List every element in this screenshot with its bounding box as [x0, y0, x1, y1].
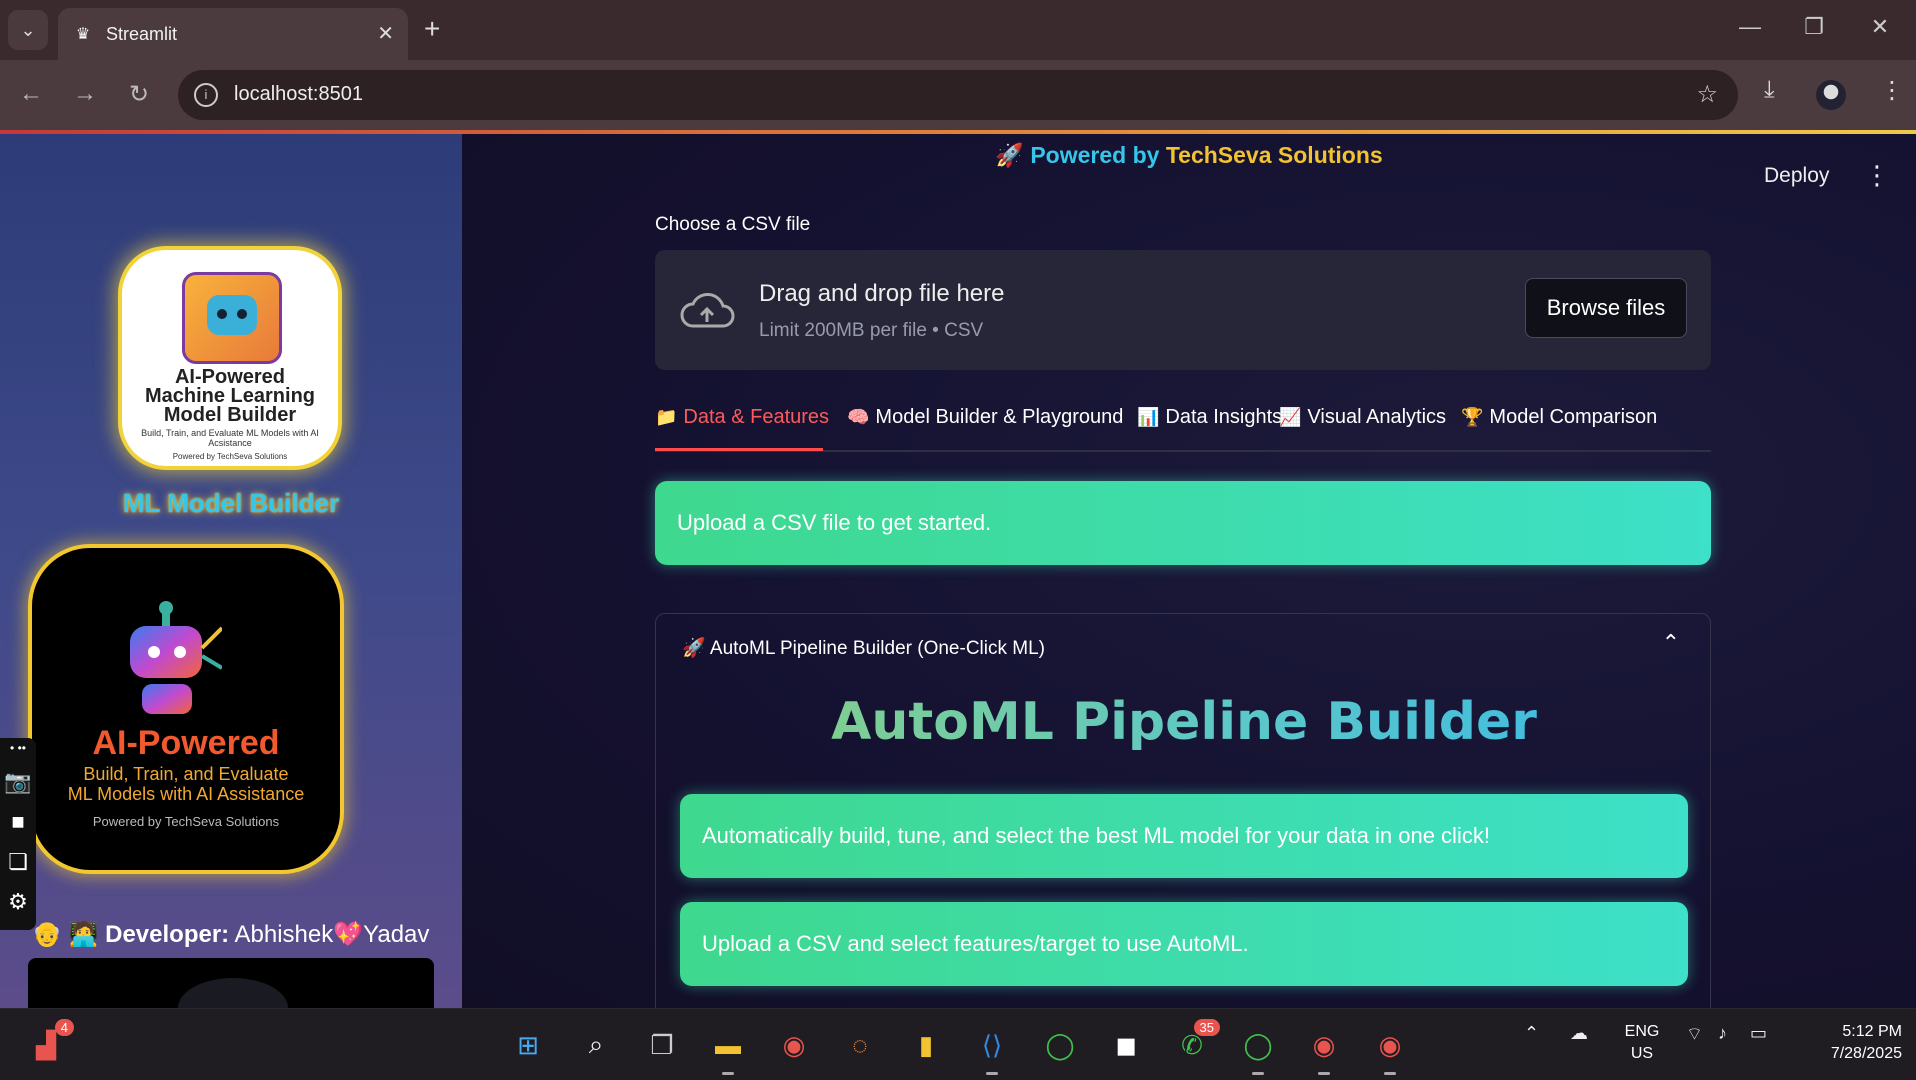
- developer-emoji-icons: 👴 🧑‍💻: [32, 921, 99, 948]
- cloud-upload-icon: [680, 293, 735, 328]
- loading-ring-icon[interactable]: ◯: [1040, 1025, 1080, 1065]
- ai-robot-icon: [130, 601, 222, 714]
- browser-tab-streamlit[interactable]: ♛ Streamlit ✕: [58, 8, 408, 60]
- minimize-icon[interactable]: —: [1730, 14, 1770, 40]
- browser-tab-bar: ⌄ ♛ Streamlit ✕ + — ❐ ✕: [0, 0, 1916, 60]
- tray-chevron-up-icon[interactable]: ⌃: [1524, 1023, 1539, 1044]
- battery-icon[interactable]: ▭: [1750, 1023, 1767, 1044]
- app-menu-icon[interactable]: ⋮: [1864, 160, 1890, 191]
- tab-visual-analytics[interactable]: 📈 Visual Analytics: [1279, 406, 1446, 429]
- cube-app-icon[interactable]: ◼: [1106, 1025, 1146, 1065]
- chrome-profile-2-icon[interactable]: ◉: [1370, 1025, 1410, 1075]
- windows-start-icon[interactable]: ⊞: [508, 1025, 548, 1065]
- logo-powered: Powered by TechSeva Solutions: [172, 452, 288, 461]
- url-text[interactable]: localhost:8501: [234, 83, 363, 106]
- restore-icon[interactable]: ❐: [1794, 14, 1834, 40]
- file-uploader-label: Choose a CSV file: [655, 214, 811, 235]
- capture-tool-strip: • •• 📷 ■ ❏ ⚙: [0, 738, 36, 930]
- dropzone-limit: Limit 200MB per file • CSV: [759, 320, 984, 341]
- app-chart-icon[interactable]: ▟ 4: [26, 1019, 74, 1065]
- brand-name: ML Model Builder: [122, 488, 340, 518]
- streamlit-crown-icon: ♛: [75, 26, 91, 43]
- ai-powered-logo: AI-Powered Build, Train, and Evaluate ML…: [28, 544, 344, 874]
- task-view-icon[interactable]: ❐: [642, 1025, 682, 1065]
- main-tabs: 📁 Data & Features 🧠 Model Builder & Playgr…: [655, 396, 1711, 452]
- automl-expander-header[interactable]: 🚀 AutoML Pipeline Builder (One-Click ML): [682, 636, 1045, 660]
- video-camera-icon[interactable]: ■: [4, 808, 32, 836]
- ai-powered-title: AI-Powered: [92, 724, 280, 762]
- more-dots-icon[interactable]: • ••: [4, 740, 32, 756]
- tab-data-features[interactable]: 📁 Data & Features: [655, 406, 829, 429]
- heart-icon: 💖: [333, 921, 364, 948]
- upload-info-alert: Upload a CSV file to get started.: [655, 481, 1711, 565]
- tab-model-builder[interactable]: 🧠 Model Builder & Playground: [847, 406, 1123, 429]
- notification-badge: 4: [54, 1019, 74, 1036]
- close-tab-icon[interactable]: ✕: [377, 21, 394, 46]
- automl-info-alert: Automatically build, tune, and select th…: [680, 794, 1688, 878]
- forward-arrow-icon[interactable]: →: [70, 80, 100, 108]
- chrome-icon[interactable]: ◉: [774, 1025, 814, 1065]
- back-arrow-icon[interactable]: ←: [16, 80, 46, 108]
- whatsapp-icon[interactable]: ✆ 35: [1172, 1019, 1220, 1065]
- developer-photo: [28, 958, 434, 1008]
- dropzone-title: Drag and drop file here: [759, 280, 1005, 307]
- whatsapp-badge: 35: [1193, 1019, 1220, 1036]
- automl-expander: 🚀 AutoML Pipeline Builder (One-Click ML)…: [655, 613, 1711, 1008]
- chrome-profile-icon[interactable]: ◉: [1304, 1025, 1344, 1075]
- profile-avatar[interactable]: [1816, 80, 1846, 110]
- download-icon[interactable]: ⤓: [1764, 76, 1775, 104]
- app-logo-builder: AI-Powered Machine Learning Model Builde…: [118, 246, 342, 470]
- new-tab-plus-icon[interactable]: +: [424, 14, 440, 44]
- tab-title: Streamlit: [106, 24, 178, 44]
- power-bi-icon[interactable]: ▮: [906, 1025, 946, 1065]
- rocket-icon: 🚀: [682, 638, 706, 659]
- file-explorer-icon[interactable]: ▬: [708, 1025, 748, 1075]
- browse-files-button[interactable]: Browse files: [1525, 278, 1687, 338]
- onedrive-icon[interactable]: ☁: [1570, 1023, 1588, 1044]
- ai-powered-subtitle: Build, Train, and Evaluate ML Models wit…: [67, 764, 305, 804]
- folder-icon: 📁: [655, 407, 678, 427]
- deploy-button[interactable]: Deploy: [1764, 164, 1829, 188]
- browser-menu-icon[interactable]: ⋮: [1880, 76, 1904, 105]
- line-chart-icon: 📈: [1279, 407, 1302, 427]
- chevron-up-icon[interactable]: ⌃: [1662, 630, 1680, 656]
- address-bar[interactable]: i localhost:8501 ☆: [178, 70, 1738, 120]
- reload-icon[interactable]: ↻: [124, 80, 154, 109]
- jupyter-icon[interactable]: ◌: [840, 1025, 880, 1065]
- bookmark-star-icon[interactable]: ☆: [1696, 80, 1718, 109]
- sidebar: AI-Powered Machine Learning Model Builde…: [0, 134, 462, 1008]
- logo-subtitle: Build, Train, and Evaluate ML Models wit…: [141, 428, 319, 448]
- green-ring-icon[interactable]: ◯: [1238, 1025, 1278, 1075]
- language-indicator[interactable]: ENG US: [1620, 1021, 1664, 1065]
- volume-icon[interactable]: ♪: [1718, 1023, 1727, 1044]
- settings-gear-icon[interactable]: ⚙: [4, 888, 32, 916]
- rocket-icon: 🚀: [995, 142, 1024, 168]
- tab-list-chevron-icon[interactable]: ⌄: [8, 10, 48, 50]
- main-content: 🚀 Powered by TechSeva Solutions Deploy ⋮…: [462, 134, 1916, 1008]
- vscode-icon[interactable]: ⟨⟩: [972, 1025, 1012, 1075]
- logo-title: AI-Powered Machine Learning Model Builde…: [144, 366, 316, 426]
- tab-model-comparison[interactable]: 🏆 Model Comparison: [1461, 406, 1657, 429]
- camera-icon[interactable]: 📷: [4, 768, 32, 796]
- windows-icon[interactable]: ❏: [4, 848, 32, 876]
- tab-data-insights[interactable]: 📊 Data Insights: [1137, 406, 1282, 429]
- close-window-icon[interactable]: ✕: [1860, 14, 1900, 40]
- wifi-icon[interactable]: ⌔: [1686, 1023, 1703, 1046]
- trophy-icon: 🏆: [1461, 407, 1484, 427]
- powered-by-banner: 🚀 Powered by TechSeva Solutions: [995, 142, 1383, 168]
- browser-toolbar: ← → ↻ i localhost:8501 ☆ ⤓ ⋮: [0, 60, 1916, 130]
- clock[interactable]: 5:12 PM 7/28/2025: [1792, 1021, 1902, 1065]
- automl-title: AutoML Pipeline Builder: [656, 692, 1712, 752]
- bar-chart-icon: 📊: [1137, 407, 1160, 427]
- brain-icon: 🧠: [847, 407, 870, 427]
- robot-chart-icon: [182, 272, 282, 364]
- automl-upload-alert: Upload a CSV and select features/target …: [680, 902, 1688, 986]
- site-info-icon[interactable]: i: [194, 83, 218, 107]
- active-tab-indicator: [655, 448, 823, 451]
- file-dropzone[interactable]: Drag and drop file here Limit 200MB per …: [655, 250, 1711, 370]
- ai-powered-credit: Powered by TechSeva Solutions: [92, 814, 280, 829]
- search-icon[interactable]: ⌕: [576, 1025, 616, 1065]
- developer-credit: 👴 🧑‍💻 Developer: Abhishek💖Yadav: [32, 921, 430, 948]
- taskbar: ▟ 4 ⊞ ⌕ ❐ ▬ ◉ ◌ ▮ ⟨⟩ ◯ ◼ ✆ 35 ◯ ◉ ◉ ⌃ ☁ EN…: [0, 1008, 1916, 1080]
